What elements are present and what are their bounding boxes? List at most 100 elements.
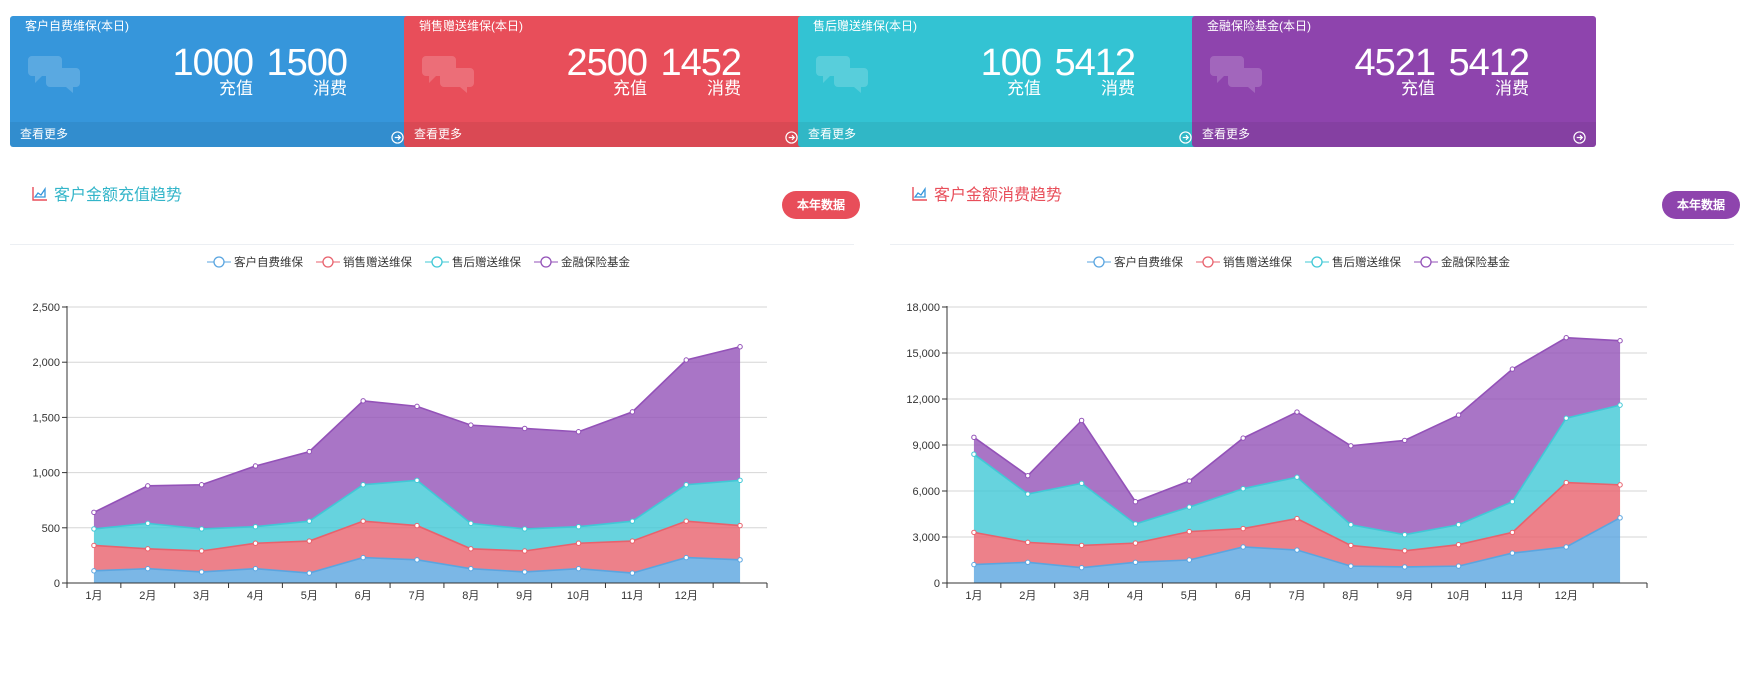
data-point[interactable] xyxy=(252,540,259,546)
data-point[interactable] xyxy=(360,398,366,404)
data-point[interactable] xyxy=(1240,544,1246,550)
data-point[interactable] xyxy=(1186,478,1193,484)
data-point[interactable] xyxy=(1617,402,1623,408)
data-point[interactable] xyxy=(306,570,313,576)
data-point[interactable] xyxy=(1132,540,1139,546)
data-point[interactable] xyxy=(683,482,689,488)
data-point[interactable] xyxy=(414,403,420,410)
data-point[interactable] xyxy=(1025,491,1031,497)
data-point[interactable] xyxy=(1563,415,1569,421)
data-point[interactable] xyxy=(521,425,528,432)
data-point[interactable] xyxy=(1240,486,1246,492)
data-point[interactable] xyxy=(737,557,743,563)
data-point[interactable] xyxy=(91,526,97,532)
data-point[interactable] xyxy=(1078,542,1085,549)
data-point[interactable] xyxy=(306,518,313,524)
data-point[interactable] xyxy=(91,509,97,516)
data-point[interactable] xyxy=(971,451,977,457)
data-point[interactable] xyxy=(360,518,366,524)
data-point[interactable] xyxy=(91,568,97,574)
data-point[interactable] xyxy=(145,565,151,572)
data-point[interactable] xyxy=(971,529,977,536)
data-point[interactable] xyxy=(1401,548,1408,554)
data-point[interactable] xyxy=(1025,559,1031,565)
data-point[interactable] xyxy=(1294,409,1300,415)
data-point[interactable] xyxy=(521,569,528,575)
data-point[interactable] xyxy=(468,565,474,572)
data-point[interactable] xyxy=(737,522,743,529)
data-point[interactable] xyxy=(198,569,205,575)
view-more-link[interactable]: 查看更多 xyxy=(798,122,1202,147)
data-point[interactable] xyxy=(737,344,743,350)
data-point[interactable] xyxy=(1401,532,1408,538)
view-more-link[interactable]: 查看更多 xyxy=(10,122,414,147)
data-point[interactable] xyxy=(1401,437,1408,444)
data-point[interactable] xyxy=(629,570,636,576)
data-point[interactable] xyxy=(306,448,313,455)
data-point[interactable] xyxy=(1132,499,1139,505)
data-point[interactable] xyxy=(1240,435,1246,441)
data-point[interactable] xyxy=(575,523,582,530)
data-point[interactable] xyxy=(1186,504,1193,510)
data-point[interactable] xyxy=(737,477,743,484)
data-point[interactable] xyxy=(683,554,689,561)
data-point[interactable] xyxy=(1078,417,1085,424)
data-point[interactable] xyxy=(971,434,977,441)
data-point[interactable] xyxy=(1132,521,1139,527)
data-point[interactable] xyxy=(1617,515,1623,521)
legend-item[interactable]: 金融保险基金 xyxy=(1414,255,1510,269)
legend-item[interactable]: 金融保险基金 xyxy=(534,255,630,269)
data-point[interactable] xyxy=(1348,542,1354,549)
data-point[interactable] xyxy=(145,546,151,552)
data-point[interactable] xyxy=(1401,564,1408,570)
legend-item[interactable]: 销售赠送维保 xyxy=(1196,255,1292,269)
data-point[interactable] xyxy=(1025,539,1031,546)
data-point[interactable] xyxy=(1455,412,1462,418)
data-point[interactable] xyxy=(1078,564,1085,571)
legend-item[interactable]: 客户自费维保 xyxy=(207,255,303,269)
view-more-link[interactable]: 查看更多 xyxy=(404,122,808,147)
data-point[interactable] xyxy=(252,565,259,572)
data-point[interactable] xyxy=(1509,499,1516,505)
data-point[interactable] xyxy=(306,538,313,544)
data-point[interactable] xyxy=(1563,544,1569,550)
data-point[interactable] xyxy=(1563,334,1569,341)
data-point[interactable] xyxy=(360,482,366,488)
data-point[interactable] xyxy=(1455,541,1462,548)
data-point[interactable] xyxy=(468,520,474,527)
data-point[interactable] xyxy=(683,357,689,363)
data-point[interactable] xyxy=(971,561,977,568)
data-point[interactable] xyxy=(1617,338,1623,344)
data-point[interactable] xyxy=(360,554,366,561)
data-point[interactable] xyxy=(575,429,582,435)
data-point[interactable] xyxy=(1294,515,1300,522)
data-point[interactable] xyxy=(1294,474,1300,480)
data-point[interactable] xyxy=(1025,472,1031,479)
data-point[interactable] xyxy=(468,546,474,552)
data-point[interactable] xyxy=(629,518,636,524)
data-point[interactable] xyxy=(1509,366,1516,372)
data-point[interactable] xyxy=(414,557,420,563)
data-point[interactable] xyxy=(1132,559,1139,565)
data-point[interactable] xyxy=(414,477,420,484)
data-point[interactable] xyxy=(198,526,205,532)
data-point[interactable] xyxy=(1563,479,1569,486)
data-point[interactable] xyxy=(1455,563,1462,569)
data-point[interactable] xyxy=(1348,443,1354,449)
data-point[interactable] xyxy=(1617,482,1623,488)
year-data-button[interactable]: 本年数据 xyxy=(782,191,860,219)
data-point[interactable] xyxy=(1240,525,1246,532)
legend-item[interactable]: 售后赠送维保 xyxy=(1305,255,1401,269)
year-data-button[interactable]: 本年数据 xyxy=(1662,191,1740,219)
data-point[interactable] xyxy=(198,548,205,554)
data-point[interactable] xyxy=(1509,529,1516,536)
data-point[interactable] xyxy=(145,520,151,527)
legend-item[interactable]: 销售赠送维保 xyxy=(316,255,412,269)
data-point[interactable] xyxy=(198,482,205,488)
legend-item[interactable]: 售后赠送维保 xyxy=(425,255,521,269)
data-point[interactable] xyxy=(1294,547,1300,553)
data-point[interactable] xyxy=(1509,550,1516,556)
data-point[interactable] xyxy=(1455,522,1462,528)
data-point[interactable] xyxy=(252,463,259,469)
data-point[interactable] xyxy=(1078,480,1085,487)
